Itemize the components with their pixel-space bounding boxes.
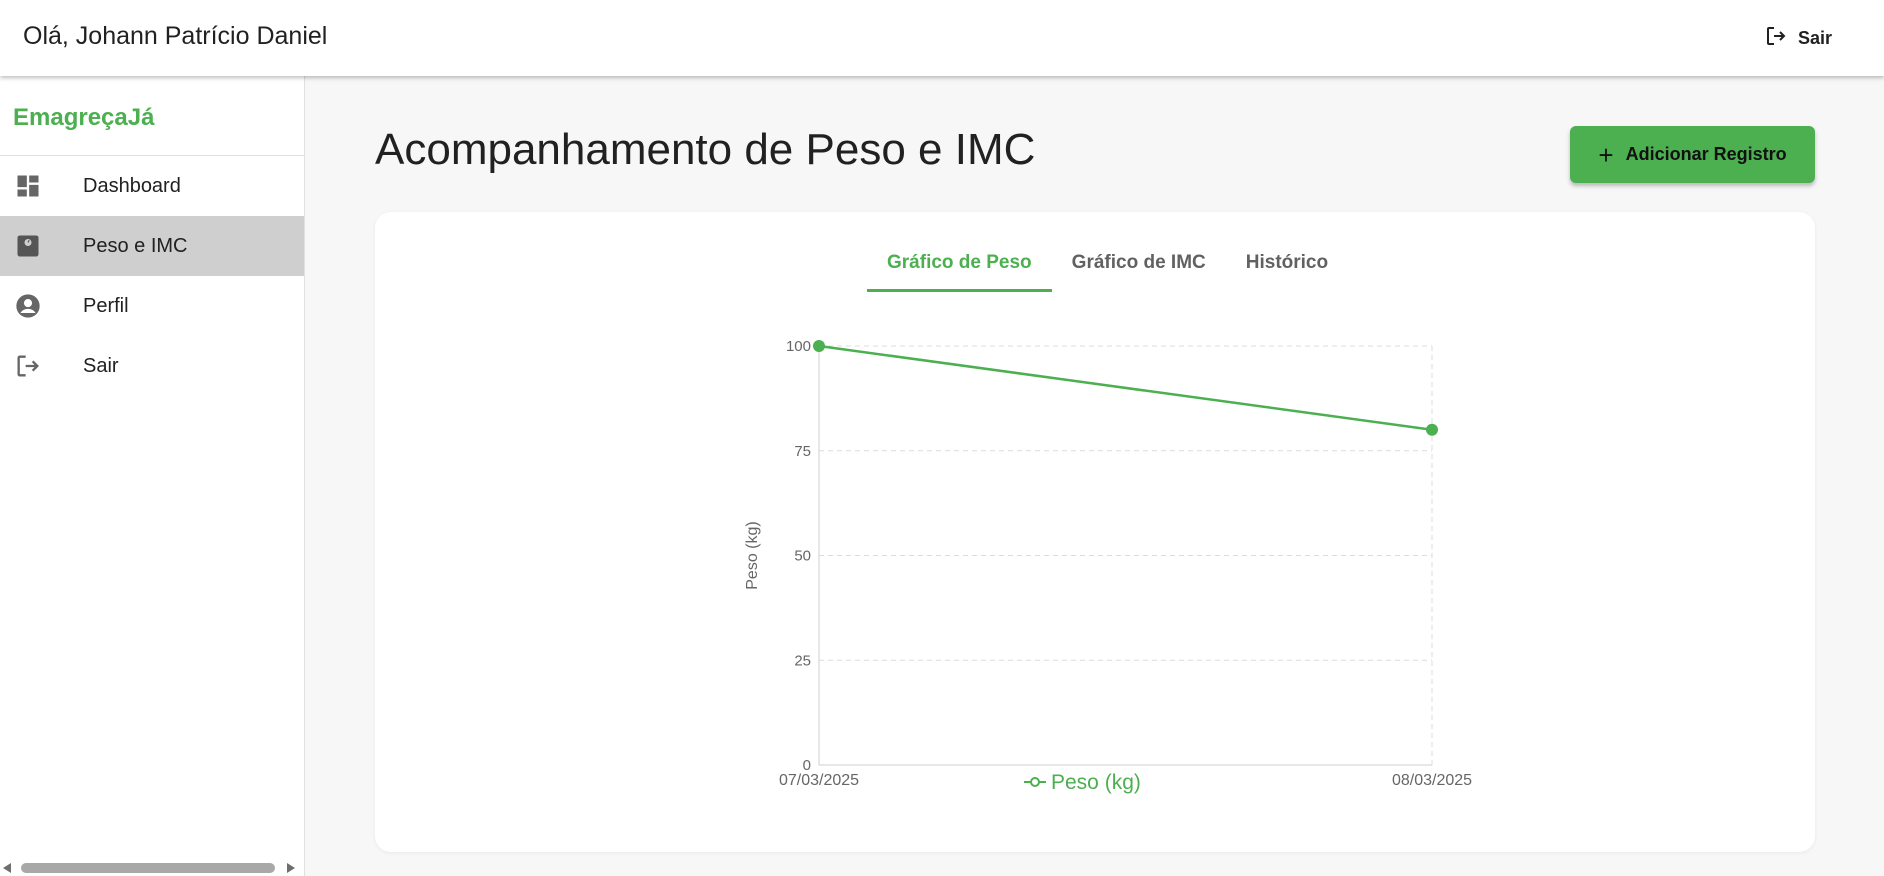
sidebar-item-label: Sair [83,354,119,377]
chart-card: Gráfico de Peso Gráfico de IMC Histórico… [375,212,1815,852]
data-point [1426,423,1438,436]
scale-icon [0,232,83,260]
page-title: Acompanhamento de Peso e IMC [375,125,1036,174]
scroll-right-icon[interactable] [287,863,295,873]
main-content: Acompanhamento de Peso e IMC + Adicionar… [306,76,1884,876]
x-tick-label: 08/03/2025 [1392,772,1472,789]
series-line [818,344,1433,432]
plus-icon: + [1598,139,1614,170]
add-record-label: Adicionar Registro [1625,144,1787,164]
logout-button[interactable]: Sair [1764,24,1832,53]
sidebar-item-label: Peso e IMC [83,234,188,257]
app-bar: Olá, Johann Patrício Daniel Sair [0,0,1884,76]
x-tick-label: 07/03/2025 [779,772,859,789]
legend-label: Peso (kg) [1051,771,1141,794]
sidebar-item-sair[interactable]: Sair [0,336,304,396]
logout-label: Sair [1797,28,1832,48]
add-record-button[interactable]: + Adicionar Registro [1570,126,1815,183]
sidebar: EmagreçaJá Dashboard Peso e IMC Perfil S… [0,76,305,876]
sidebar-item-perfil[interactable]: Perfil [0,276,304,336]
sidebar-item-label: Dashboard [83,174,181,197]
sidebar-item-peso-imc[interactable]: Peso e IMC [0,216,304,276]
logout-icon [0,352,83,380]
y-tick-label: 100 [786,338,811,355]
legend-marker [1030,777,1040,787]
sidebar-item-dashboard[interactable]: Dashboard [0,156,304,216]
greeting-text: Olá, Johann Patrício Daniel [23,22,328,50]
scrollbar-thumb[interactable] [21,863,275,873]
account-circle-icon [0,292,83,320]
y-tick-label: 75 [794,443,811,460]
weight-chart: 025507510007/03/2025 08/03/2025Peso (kg)P… [744,338,1472,794]
y-tick-label: 25 [794,652,811,669]
scroll-left-icon[interactable] [3,863,11,873]
horizontal-scrollbar[interactable] [0,858,305,876]
y-axis-label: Peso (kg) [744,521,761,589]
data-point [813,340,825,352]
logout-icon [1764,24,1788,53]
sidebar-item-label: Perfil [83,294,129,317]
y-tick-label: 50 [794,548,811,565]
brand-logo: EmagreçaJá [0,76,304,156]
dashboard-icon [0,172,83,200]
